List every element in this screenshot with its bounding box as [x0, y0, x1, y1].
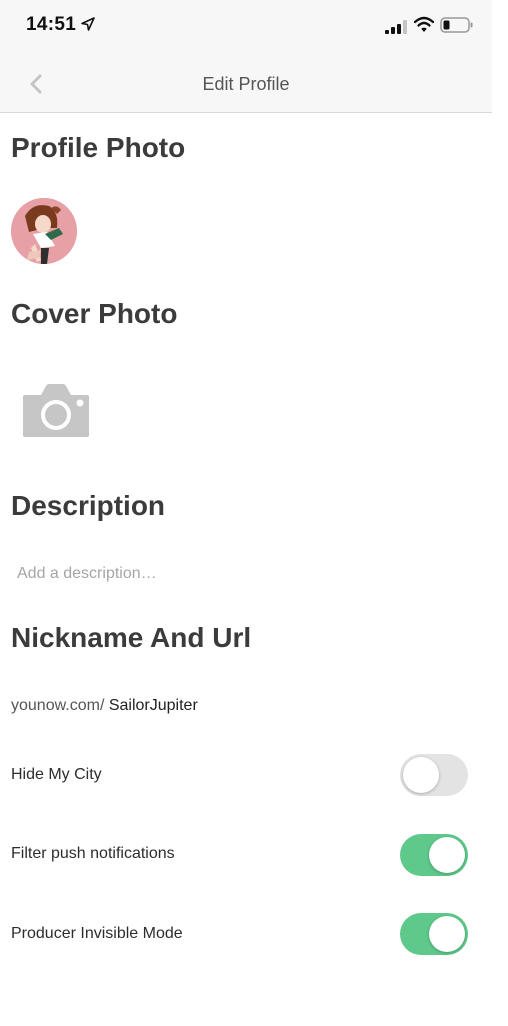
filter-push-notifications-label: Filter push notifications — [11, 845, 175, 862]
producer-invisible-mode-toggle[interactable] — [400, 913, 468, 955]
avatar-image — [11, 198, 77, 264]
camera-icon[interactable] — [21, 383, 91, 439]
filter-push-notifications-toggle[interactable] — [400, 834, 468, 876]
description-heading: Description — [11, 490, 166, 521]
profile-photo-heading: Profile Photo — [11, 132, 186, 163]
producer-invisible-mode-label: Producer Invisible Mode — [11, 925, 183, 942]
page-title: Edit Profile — [202, 74, 290, 94]
hide-my-city-toggle[interactable] — [400, 754, 468, 796]
url-prefix: younow.com/ — [11, 697, 105, 714]
profile-url: younow.com/ SailorJupiter — [11, 697, 198, 715]
wifi-icon — [414, 16, 434, 32]
location-arrow-icon — [81, 17, 95, 31]
edit-profile-screen: 14:51 Edit Profile Profile Photo Cover P… — [0, 0, 508, 1026]
status-bar: 14:51 — [0, 0, 492, 56]
description-input[interactable] — [17, 562, 487, 586]
cover-photo-heading: Cover Photo — [11, 298, 178, 329]
profile-avatar[interactable] — [11, 198, 77, 264]
navigation-bar: Edit Profile — [0, 56, 492, 113]
toggle-knob — [403, 757, 439, 793]
nickname-url-heading: Nickname And Url — [11, 622, 252, 653]
hide-my-city-label: Hide My City — [11, 766, 102, 783]
signal-icon — [385, 20, 407, 34]
battery-icon — [440, 17, 473, 33]
nickname-field[interactable]: SailorJupiter — [109, 697, 198, 714]
status-time: 14:51 — [26, 14, 77, 35]
toggle-knob — [429, 916, 465, 952]
toggle-knob — [429, 837, 465, 873]
